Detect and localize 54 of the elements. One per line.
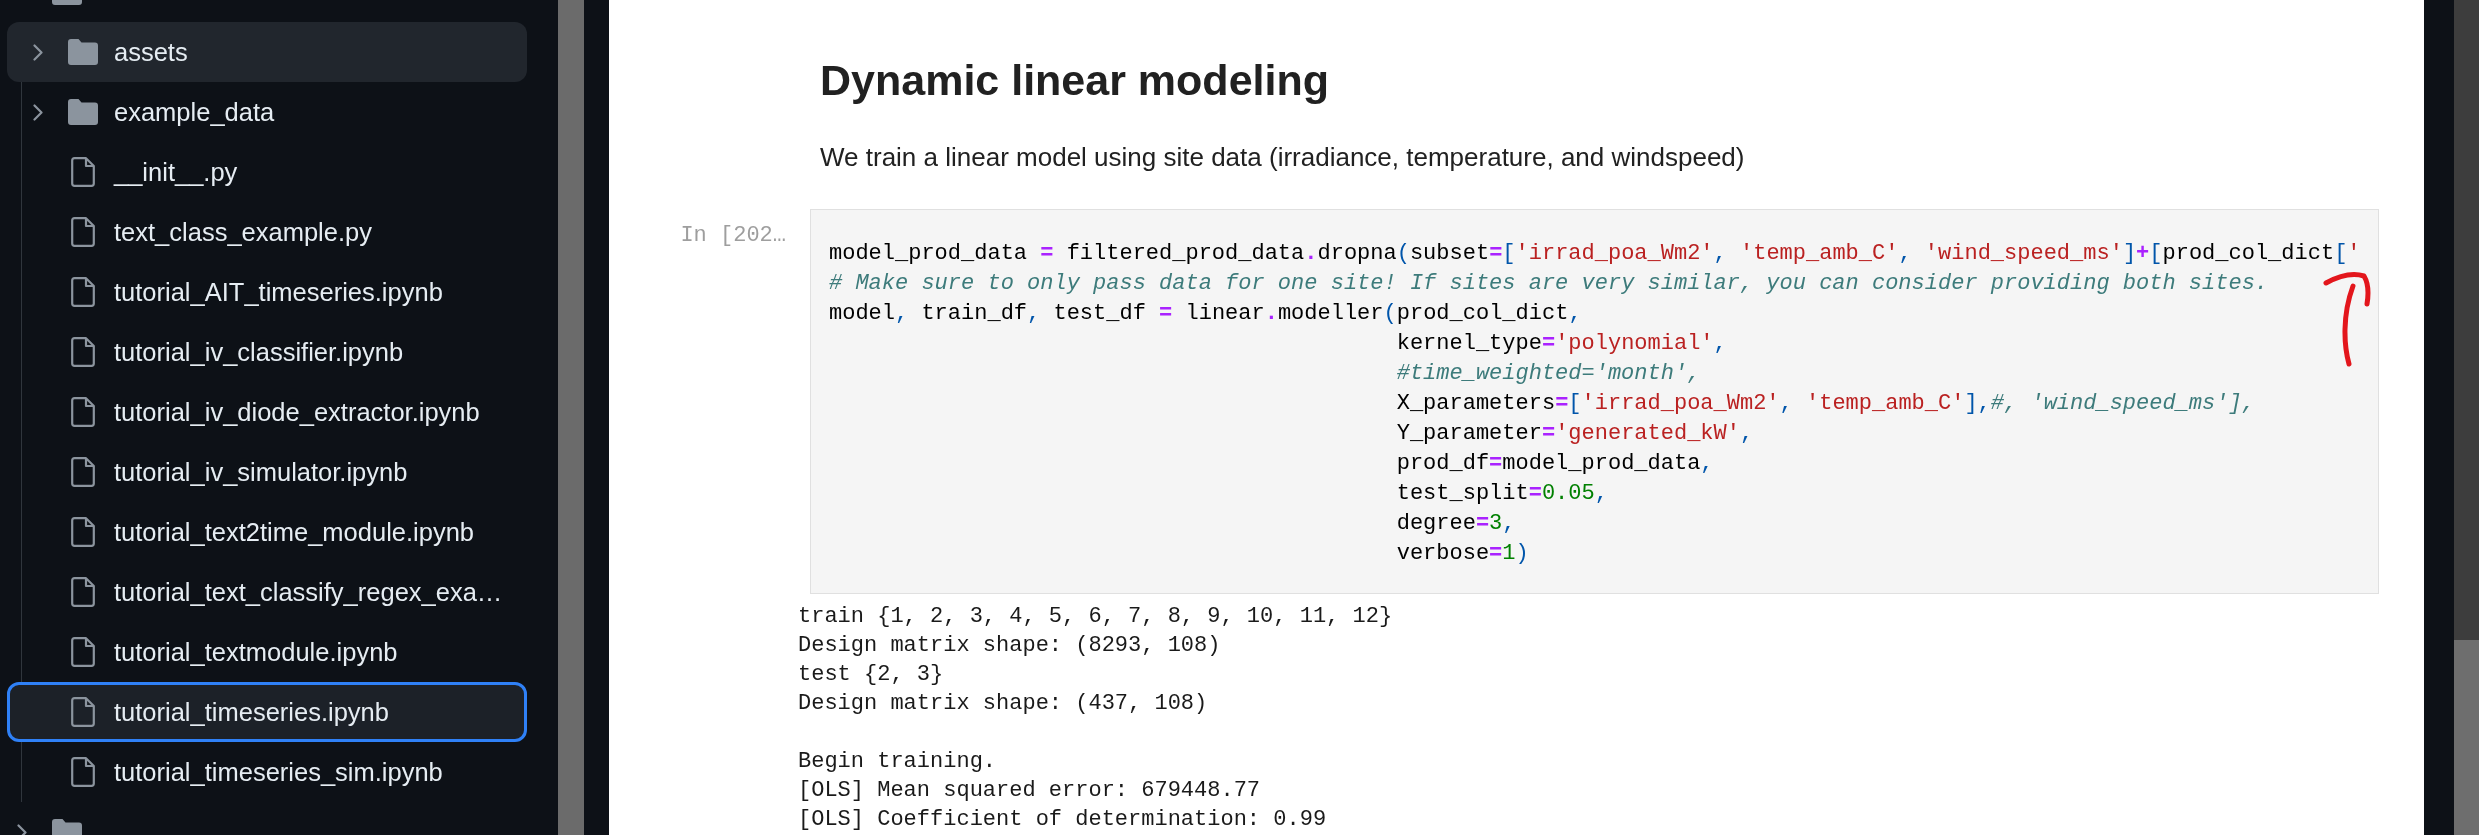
file-icon (71, 637, 95, 667)
code-line: kernel_type='polynomial', (1396, 330, 1727, 358)
file-icon (71, 157, 95, 187)
output-line: Design matrix shape: (437, 108) (798, 690, 1208, 718)
code-line: verbose=1) (1396, 540, 1529, 568)
file-icon (71, 277, 95, 307)
file-tree-item[interactable]: assets (7, 22, 527, 82)
file-icon (71, 337, 95, 367)
output-line: Begin training. (798, 748, 997, 776)
code-line: test_split=0.05, (1396, 480, 1608, 508)
code-line: Y_parameter='generated_kW', (1396, 420, 1754, 448)
file-icon (71, 697, 95, 727)
file-tree-item[interactable]: tutorial_AIT_timeseries.ipynb (7, 262, 527, 322)
output-line: [OLS] Coefficient of determination: 0.99 (798, 806, 1327, 834)
code-line: prod_df=model_prod_data, (1396, 450, 1714, 478)
scrollbar-thumb[interactable] (558, 0, 584, 835)
code-editor[interactable] (810, 209, 2379, 594)
markdown-paragraph: We train a linear model using site data (irradiance, temperature, and windspeed) (820, 141, 1745, 174)
file-tree-item[interactable]: tutorial_timeseries_sim.ipynb (7, 742, 527, 802)
file-icon (71, 577, 95, 607)
file-tree-item[interactable]: text_class_example.py (7, 202, 527, 262)
code-line: model_prod_data = filtered_prod_data.dropna(subset=['irrad_poa_Wm2', 'temp_amb_C', 'wind_speed_ms']+[prod_col_dict[' (829, 240, 2361, 268)
scrollbar-track[interactable] (2454, 0, 2479, 835)
code-line: #time_weighted='month', (1396, 360, 1701, 388)
output-line: test {2, 3} (798, 661, 944, 689)
folder-icon (68, 99, 98, 125)
file-icon (71, 217, 95, 247)
chevron-right-icon[interactable] (33, 103, 43, 121)
code-line: X_parameters=['irrad_poa_Wm2', 'temp_amb_C'],#, 'wind_speed_ms'], (1396, 390, 2255, 418)
folder-icon (68, 39, 98, 65)
code-line: degree=3, (1396, 510, 1516, 538)
file-icon (71, 457, 95, 487)
file-tree-item[interactable]: __init__.py (7, 142, 527, 202)
output-line: train {1, 2, 3, 4, 5, 6, 7, 8, 9, 10, 11, 12} (798, 603, 1393, 631)
file-tree-item[interactable]: tutorial_iv_simulator.ipynb (7, 442, 527, 502)
chevron-right-icon[interactable] (17, 823, 27, 835)
file-tree-item[interactable]: tutorial_text2time_module.ipynb (7, 502, 527, 562)
notebook-heading: Dynamic linear modeling (820, 55, 1329, 106)
scrollbar-thumb[interactable] (2454, 640, 2479, 835)
file-tree-item[interactable]: tutorial_iv_diode_extractor.ipynb (7, 382, 527, 442)
file-tree-item[interactable]: tutorial_iv_classifier.ipynb (7, 322, 527, 382)
file-tree-item[interactable]: tutorial_timeseries.ipynb (7, 682, 527, 742)
file-icon (71, 397, 95, 427)
file-tree-item[interactable]: tutorial_text_classify_regex_exa… (7, 562, 527, 622)
output-line: [OLS] Mean squared error: 679448.77 (798, 777, 1261, 805)
cell-prompt: In [202… (680, 222, 786, 250)
file-icon (71, 517, 95, 547)
file-tree-item[interactable]: tutorial_textmodule.ipynb (7, 622, 527, 682)
chevron-right-icon[interactable] (33, 43, 43, 61)
output-line: Design matrix shape: (8293, 108) (798, 632, 1221, 660)
code-line: # Make sure to only pass data for one site! If sites are very similar, you can consider providing both sites. (829, 270, 2269, 298)
file-tree-item[interactable]: example_data (7, 82, 527, 142)
file-icon (71, 757, 95, 787)
code-line: model, train_df, test_df = linear.modeller(prod_col_dict, (829, 300, 1582, 328)
